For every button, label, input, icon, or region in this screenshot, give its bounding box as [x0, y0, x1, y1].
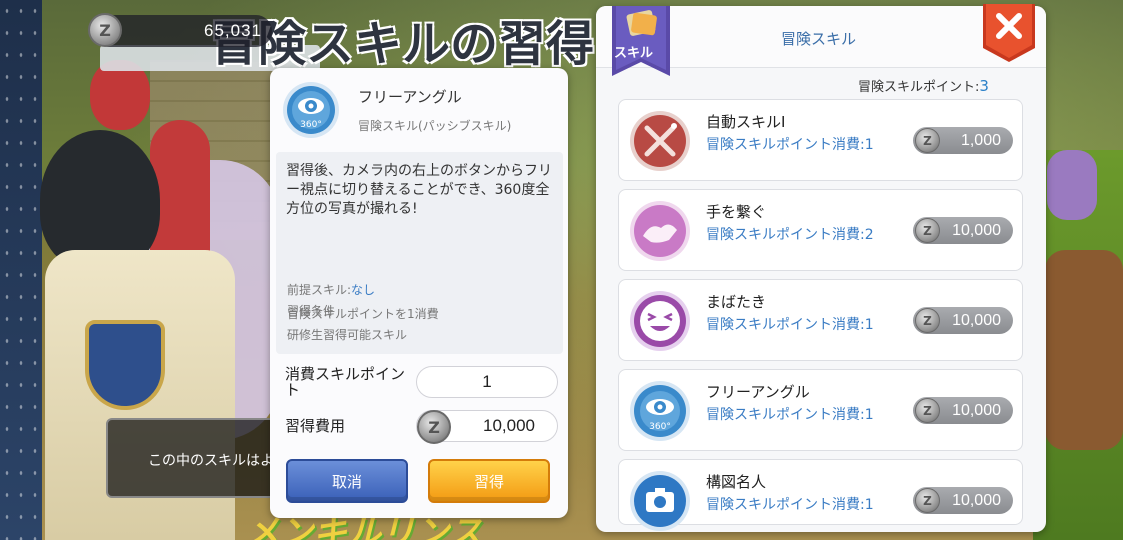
- skill-name: 自動スキルI: [706, 113, 786, 131]
- skill-point-cost: 冒険スキルポイント消費:1: [706, 407, 874, 423]
- skill-detail-panel: 360° フリーアングル 冒険スキル(パッシブスキル) 習得後、カメラ内の右上の…: [270, 68, 568, 518]
- cost-label: 習得費用: [285, 417, 346, 435]
- cape-crest: [85, 320, 165, 410]
- cost-value: 10,000: [483, 416, 535, 435]
- learn-button[interactable]: 習得: [428, 459, 550, 503]
- points-label: 消費スキルポイント: [285, 365, 406, 399]
- skill-item-auto-skill[interactable]: 自動スキルI 冒険スキルポイント消費:1 Z 1,000: [618, 99, 1023, 181]
- list-title: 冒険スキル: [781, 30, 857, 48]
- skill-name: 手を繋ぐ: [706, 203, 767, 221]
- points-value-field: 1: [416, 366, 558, 398]
- close-button[interactable]: [983, 4, 1035, 62]
- skill-price-value: 10,000: [952, 311, 1001, 329]
- skill-points-label: 冒険スキルポイント:: [858, 80, 980, 95]
- character-dark-hair: [40, 130, 160, 270]
- skill-point-cost: 冒険スキルポイント消費:1: [706, 497, 874, 513]
- skill-item-composition-master[interactable]: 構図名人 冒険スキルポイント消費:1 Z 10,000: [618, 459, 1023, 531]
- banner-label: スキル: [614, 46, 654, 61]
- skill-point-cost: 冒険スキルポイント消費:2: [706, 227, 874, 243]
- cancel-button-label: 取消: [331, 472, 362, 491]
- cancel-button[interactable]: 取消: [286, 459, 408, 503]
- zeny-coin-icon: Z: [915, 308, 940, 333]
- camera-icon: [630, 471, 690, 531]
- learn-button-label: 習得: [473, 472, 504, 491]
- requirement-points: 冒険スキルポイントを1消費: [287, 307, 439, 321]
- cost-value-field: Z 10,000: [416, 410, 558, 444]
- svg-text:360°: 360°: [300, 120, 322, 130]
- list-header: スキル 冒険スキル: [596, 6, 1046, 76]
- skill-price-value: 10,000: [952, 401, 1001, 419]
- eye-360-icon: 360°: [283, 82, 339, 138]
- skill-name: まばたき: [706, 293, 767, 311]
- svg-text:360°: 360°: [649, 422, 671, 432]
- zeny-amount: 65,031: [204, 21, 262, 40]
- detail-skill-category: 冒険スキル(パッシブスキル): [358, 119, 512, 133]
- zeny-coin-icon: Z: [915, 398, 940, 423]
- prerequisite-row: 前提スキル:なし: [287, 281, 375, 298]
- skill-points-display: 冒険スキルポイント:3: [858, 76, 989, 95]
- skill-price-value: 10,000: [952, 221, 1001, 239]
- skill-description: 習得後、カメラ内の右上のボタンからフリー視点に切り替えることができ、360度全方…: [286, 163, 552, 217]
- character-right-hair: [1047, 150, 1097, 220]
- detail-skill-name: フリーアングル: [358, 88, 462, 106]
- skill-name: フリーアングル: [706, 383, 810, 401]
- skill-price: Z 10,000: [913, 307, 1013, 334]
- skill-price: Z 10,000: [913, 217, 1013, 244]
- skill-item-free-angle[interactable]: 360° フリーアングル 冒険スキルポイント消費:1 Z 10,000: [618, 369, 1023, 451]
- background-dialog-text: この中のスキルはよ: [148, 453, 274, 469]
- skill-name: 構図名人: [706, 473, 767, 491]
- holding-hands-icon: [630, 201, 690, 261]
- zeny-counter: Z 65,031: [88, 13, 272, 47]
- character-right: [1045, 250, 1123, 450]
- skill-item-blink[interactable]: まばたき 冒険スキルポイント消費:1 Z 10,000: [618, 279, 1023, 361]
- skill-price: Z 10,000: [913, 397, 1013, 424]
- skill-item-hold-hands[interactable]: 手を繋ぐ 冒険スキルポイント消費:2 Z 10,000: [618, 189, 1023, 271]
- eye-360-icon: 360°: [630, 381, 690, 441]
- prerequisite-label: 前提スキル:: [287, 283, 352, 297]
- points-value: 1: [482, 372, 492, 391]
- skill-point-cost: 冒険スキルポイント消費:1: [706, 137, 874, 153]
- zeny-coin-icon: Z: [417, 410, 451, 444]
- zeny-coin-icon: Z: [915, 128, 940, 153]
- skill-point-cost: 冒険スキルポイント消費:1: [706, 317, 874, 333]
- requirement-trainee: 研修生習得可能スキル: [287, 328, 408, 342]
- description-box: 習得後、カメラ内の右上のボタンからフリー視点に切り替えることができ、360度全方…: [276, 152, 563, 354]
- night-sky: [0, 0, 42, 540]
- crossed-swords-icon: [630, 111, 690, 171]
- zeny-coin-icon: Z: [915, 218, 940, 243]
- skill-price: Z 1,000: [913, 127, 1013, 154]
- close-icon: [983, 4, 1035, 62]
- zeny-coin-icon: Z: [915, 488, 940, 513]
- zeny-coin-icon: Z: [88, 13, 122, 47]
- skill-price-value: 1,000: [960, 131, 1001, 149]
- prerequisite-value: なし: [351, 283, 376, 297]
- skill-points-value: 3: [979, 77, 989, 95]
- skill-price-value: 10,000: [952, 491, 1001, 509]
- winking-face-icon: [630, 291, 690, 351]
- skill-price: Z 10,000: [913, 487, 1013, 514]
